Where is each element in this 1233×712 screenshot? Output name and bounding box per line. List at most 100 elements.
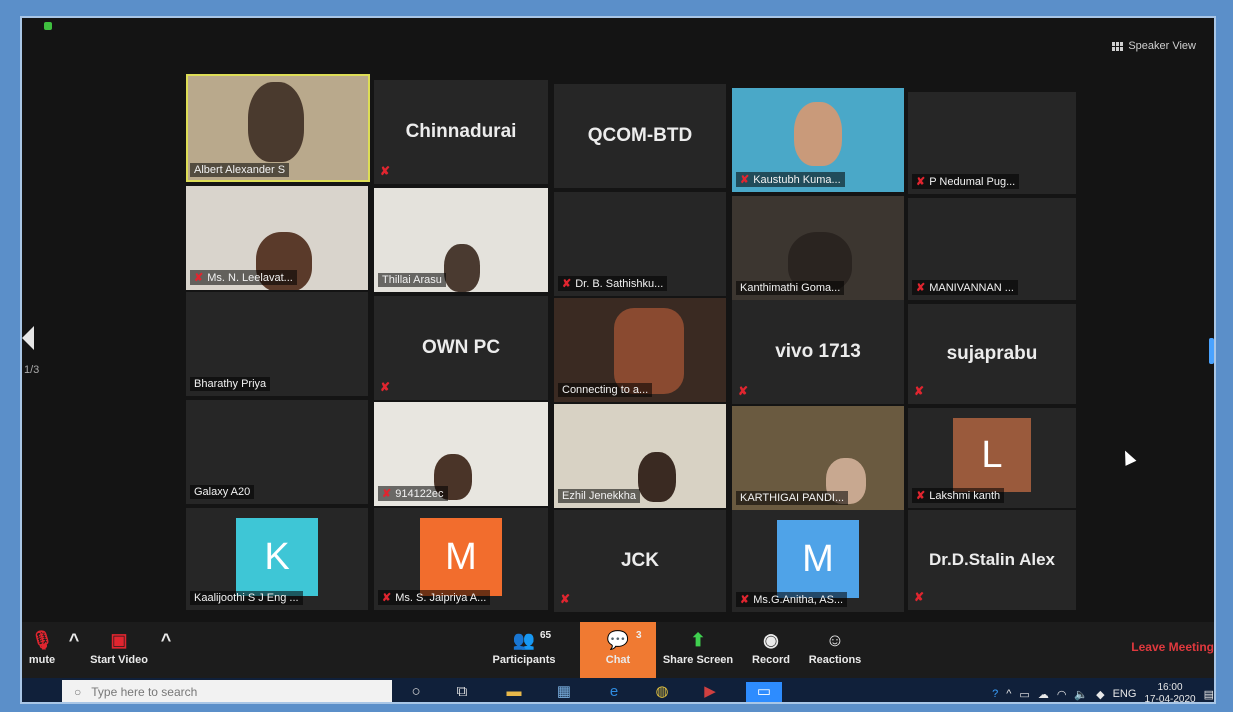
video-tile-sathishku[interactable]: ✘ Dr. B. Sathishku... [554,192,726,296]
cortana-icon[interactable]: ○ [406,682,426,702]
wifi-icon[interactable]: ◠ [1057,688,1067,701]
video-tile-nedumal[interactable]: ✘ P Nedumal Pug... [908,92,1076,194]
participant-name: Albert Alexander S [190,163,290,177]
leave-meeting-button[interactable]: Leave Meeting [1131,640,1214,654]
video-tile-chinnadurai[interactable]: Chinnadurai ✘ [374,80,548,184]
participant-name: QCOM-BTD [587,125,693,146]
participant-name: Dr.D.Stalin Alex [929,550,1055,569]
video-tile-stalin[interactable]: Dr.D.Stalin Alex ✘ [908,510,1076,610]
page-indicator: 1/3 [24,364,40,376]
cloud-icon[interactable]: ☁ [1038,688,1049,701]
participant-name: ✘ Lakshmi kanth [912,488,1005,503]
participant-name: OWN PC [421,337,501,358]
participant-name: vivo 1713 [775,341,861,362]
participant-name: ✘ 914122ec [378,486,448,501]
video-tile-vivo[interactable]: vivo 1713 ✘ [732,300,904,404]
chrome-icon[interactable]: ◍ [652,682,672,702]
grid-icon [1112,41,1124,51]
avatar: M [420,518,502,596]
video-tile-bharathy[interactable]: Bharathy Priya [186,292,368,396]
participant-name: KARTHIGAI PANDI... [736,491,849,505]
chevron-up-icon: ^ [68,630,80,650]
chevron-up-icon[interactable]: ^ [1006,688,1011,700]
video-tile-albert[interactable]: Albert Alexander S [186,74,370,182]
participant-video [444,244,480,292]
video-tile-leelavat[interactable]: ✘ Ms. N. Leelavat... [186,186,368,290]
participant-video [614,308,684,394]
dropbox-icon[interactable]: ◆ [1096,688,1104,701]
video-tile-galaxy[interactable]: Galaxy A20 [186,400,368,504]
photo-frame: Speaker View 1/3 Albert Alexander S Chin… [0,0,1233,712]
participant-name: sujaprabu [946,343,1038,364]
previous-page-arrow-icon[interactable] [22,326,34,350]
video-off-icon: ▣ [110,630,128,650]
video-tile-ezhil[interactable]: Ezhil Jenekkha [554,404,726,508]
participant-name: ✘ Dr. B. Sathishku... [558,276,668,291]
volume-icon[interactable]: 🔈 [1074,688,1088,701]
participant-name: Chinnadurai [405,121,517,142]
participant-name: Thillai Arasu [378,273,446,287]
video-tile-ownpc[interactable]: OWN PC ✘ [374,296,548,400]
video-tile-thillai[interactable]: Thillai Arasu [374,188,548,292]
speaker-view-label: Speaker View [1128,40,1196,52]
help-icon[interactable]: ? [992,688,998,700]
edge-icon[interactable]: e [604,682,624,702]
video-tile-connecting[interactable]: Connecting to a... [554,298,726,402]
start-video-button[interactable]: ▣ Start Video [86,622,152,678]
participant-name: ✘ Ms.G.Anitha, AS... [736,592,848,607]
share-screen-button[interactable]: ⬆ Share Screen [660,622,736,678]
notification-icon[interactable]: ▤ [1204,688,1214,701]
time: 16:00 [1157,682,1183,693]
video-tile-jaipriya[interactable]: M ✘ Ms. S. Jaipriya A... [374,508,548,610]
participants-button[interactable]: 👥 Participants 65 [488,622,560,678]
video-tile-kanthimathi[interactable]: Kanthimathi Goma... [732,196,904,300]
video-tile-914122ec[interactable]: ✘ 914122ec [374,402,548,506]
participant-name: Galaxy A20 [190,485,255,499]
record-icon: ◉ [763,630,779,650]
video-tile-kaustubh[interactable]: ✘ Kaustubh Kuma... [732,88,904,192]
participant-name: ✘ Kaustubh Kuma... [736,172,845,187]
taskbar-search-box[interactable]: ○ Type here to search [62,680,392,702]
participant-name: JCK [620,550,659,571]
audio-options-button[interactable]: ^ [64,622,84,678]
muted-mic-icon: ✘ [194,272,204,284]
mute-button[interactable]: 🎙 mute [22,622,62,678]
video-tile-jck[interactable]: JCK ✘ [554,510,726,612]
store-icon[interactable]: ▦ [554,682,574,702]
date: 17-04-2020 [1144,694,1196,704]
reactions-icon: ☺ [825,630,845,650]
video-tile-kaalijoothi[interactable]: K Kaalijoothi S J Eng ... [186,508,368,610]
chat-button[interactable]: 💬 Chat 3 [580,622,656,678]
video-options-button[interactable]: ^ [156,622,176,678]
clock[interactable]: 16:00 17-04-2020 [1144,682,1196,704]
record-button[interactable]: ◉ Record [744,622,798,678]
muted-mic-icon: ✘ [560,592,571,606]
video-tile-qcom[interactable]: QCOM-BTD [554,84,726,188]
zoom-meeting-window: Speaker View 1/3 Albert Alexander S Chin… [20,16,1216,704]
participant-name: Kanthimathi Goma... [736,281,845,295]
language-indicator[interactable]: ENG [1113,688,1137,700]
avatar: M [777,520,859,598]
muted-mic-icon: ✘ [916,282,926,294]
media-player-icon[interactable]: ▶ [700,682,720,702]
zoom-app-icon[interactable]: ▭ [746,682,782,702]
chat-unread-count: 3 [636,630,642,641]
video-tile-lakshmi[interactable]: L ✘ Lakshmi kanth [908,408,1076,508]
reactions-button[interactable]: ☺ Reactions [802,622,868,678]
next-page-arrow-icon[interactable] [1209,338,1214,364]
participants-count: 65 [540,630,552,641]
muted-mic-icon: ✘ [740,594,750,606]
muted-mic-icon: ✘ [562,278,572,290]
battery-icon[interactable]: ▭ [1019,688,1029,701]
participant-name: ✘ Ms. N. Leelavat... [190,270,297,285]
speaker-view-button[interactable]: Speaker View [1112,40,1196,52]
task-view-icon[interactable]: ⧉ [452,682,472,702]
video-tile-sujaprabu[interactable]: sujaprabu ✘ [908,304,1076,404]
participant-video [638,452,676,502]
participant-video [248,82,304,162]
video-tile-manivannan[interactable]: ✘ MANIVANNAN ... [908,198,1076,300]
video-tile-karthigai[interactable]: KARTHIGAI PANDI... [732,406,904,510]
muted-mic-icon: ✘ [380,380,391,394]
file-explorer-icon[interactable]: ▬ [504,682,524,702]
video-tile-anitha[interactable]: M ✘ Ms.G.Anitha, AS... [732,510,904,612]
